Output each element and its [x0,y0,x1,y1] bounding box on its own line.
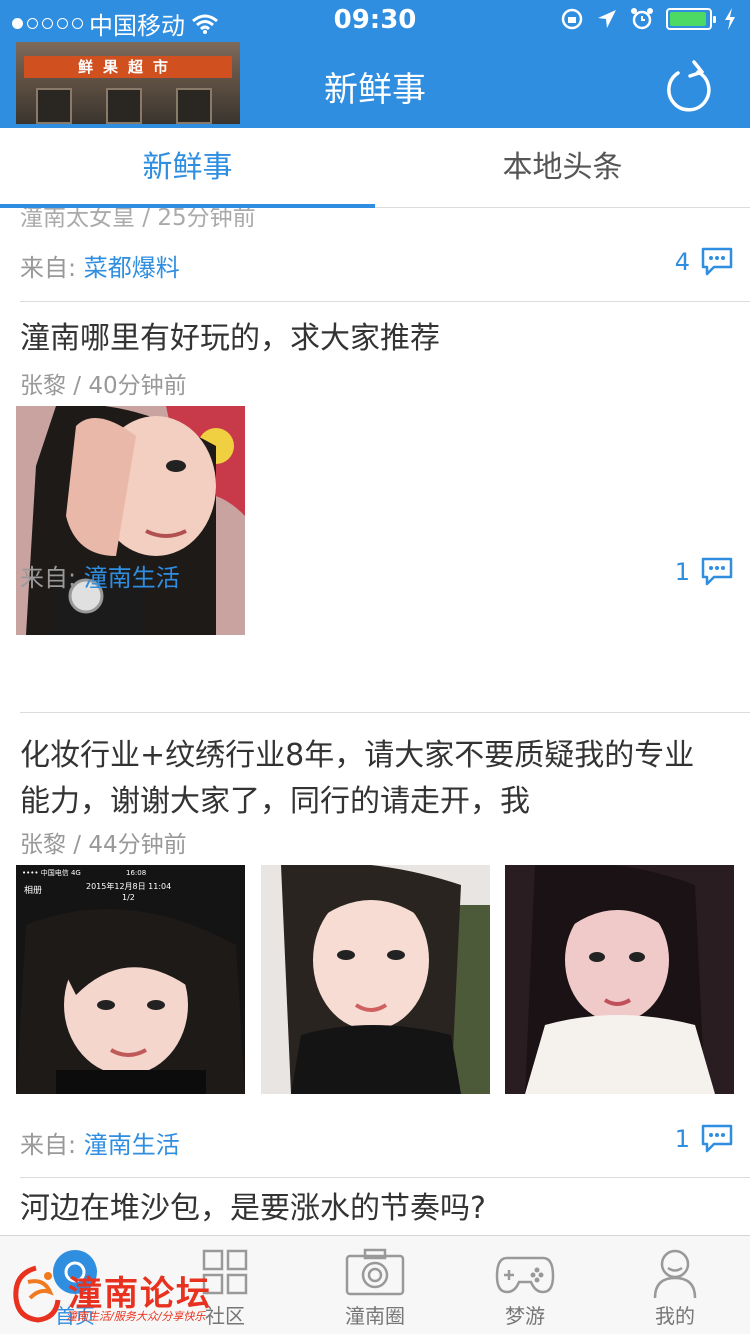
source-link[interactable]: 菜都爆料 [84,254,180,282]
post-meta: 潼南太女皇 / 25分钟前 [20,208,256,231]
charging-icon [725,8,735,30]
gamepad-icon [495,1256,555,1294]
rotation-lock-icon [561,8,583,30]
feed-list[interactable]: 潼南太女皇 / 25分钟前 来自: 菜都爆料 4 潼南哪里有好玩的，求大家推荐 … [0,208,750,1235]
post-source: 来自: 菜都爆料 [20,254,180,282]
comment-icon[interactable] [700,1123,734,1153]
post-meta: 张黎 / 44分钟前 [20,832,187,858]
post-title[interactable]: 潼南哪里有好玩的，求大家推荐 [20,316,710,362]
post-photo[interactable]: •••• 中国电信 4G 16:08 相册 2015年12月8日 11:04 1… [16,865,245,1094]
tab-local-headlines[interactable]: 本地头条 [375,128,750,208]
source-link[interactable]: 潼南生活 [84,1131,180,1159]
post-photo[interactable] [505,865,734,1094]
refresh-icon[interactable] [664,58,714,112]
post-meta: 张黎 / 40分钟前 [20,373,187,399]
watermark-subtitle: 潼南生活/服务大众/分享快乐 [66,1310,206,1323]
forum-watermark: 潼南论坛 潼南生活/服务大众/分享快乐 [8,1258,258,1330]
post-photo[interactable] [261,865,490,1094]
camera-icon [345,1248,405,1296]
tabbar-item-me[interactable]: 我的 [600,1236,750,1335]
segment-tabs: 新鲜事 本地头条 [0,128,750,208]
source-link[interactable]: 潼南生活 [84,564,180,592]
comment-count: 1 [674,1125,690,1153]
alarm-icon [631,8,653,30]
user-icon [653,1249,697,1299]
location-icon [598,10,616,28]
tabbar-item-games[interactable]: 梦游 [450,1236,600,1335]
phoenix-logo-icon [13,1265,61,1323]
post-source: 来自: 潼南生活 [20,1131,180,1159]
photo-page: 1/2 [122,893,135,902]
post-photo[interactable] [16,406,245,635]
battery-icon [666,8,716,30]
photo-carrier: •••• 中国电信 4G [22,868,81,877]
comment-icon[interactable] [700,556,734,586]
comment-count: 1 [674,558,690,586]
photo-date: 2015年12月8日 11:04 [86,881,171,891]
tab-news[interactable]: 新鲜事 [0,128,375,208]
post-source: 来自: 潼南生活 [20,564,180,592]
nav-bar: 鲜果超市 新鲜事 [0,40,750,128]
post-title[interactable]: 河边在堆沙包，是要涨水的节奏吗? [20,1186,710,1232]
photo-time: 16:08 [126,869,146,877]
photo-back: 相册 [24,884,42,896]
comment-icon[interactable] [700,246,734,276]
tabbar-item-circle[interactable]: 潼南圈 [300,1236,450,1335]
comment-count: 4 [674,248,690,276]
post-title[interactable]: 化妆行业+纹绣行业8年，请大家不要质疑我的专业能力，谢谢大家了，同行的请走开，我 [20,733,710,825]
status-bar: 中国移动 09:30 [0,0,750,40]
page-title: 新鲜事 [324,70,426,110]
